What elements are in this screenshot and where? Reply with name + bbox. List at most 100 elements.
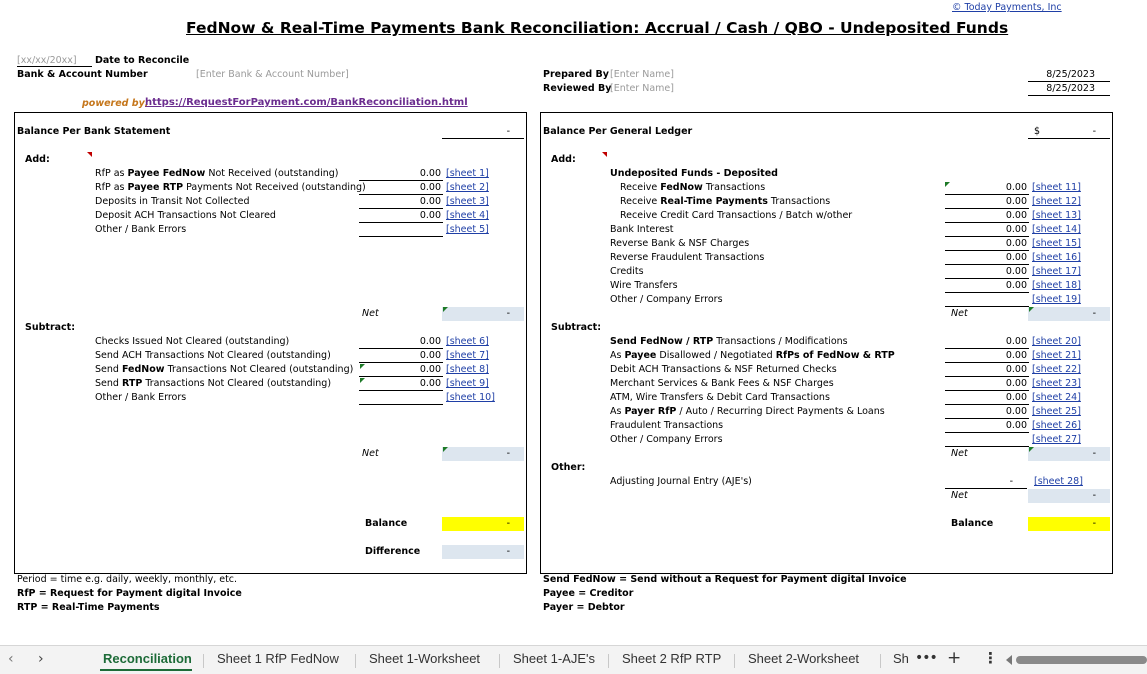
difference-value: - [506, 546, 510, 557]
row-value[interactable]: 0.00 [359, 196, 441, 207]
row-label: Other / Company Errors [610, 434, 723, 445]
row-value[interactable]: 0.00 [945, 336, 1027, 347]
vertical-dots-icon[interactable]: ⋮ [983, 649, 998, 667]
sheet-link[interactable]: [sheet 15] [1032, 238, 1081, 249]
sheet-link[interactable]: [sheet 11] [1032, 182, 1081, 193]
row-value[interactable]: 0.00 [945, 252, 1027, 263]
sheet-link[interactable]: [sheet 18] [1032, 280, 1081, 291]
row-label: Send FedNow / RTP Transactions / Modific… [610, 336, 848, 347]
sheet-link[interactable]: [sheet 8] [446, 364, 489, 375]
sheet-link[interactable]: [sheet 17] [1032, 266, 1081, 277]
left-net1-value: - [506, 308, 510, 319]
cell-underline [945, 446, 1029, 447]
sheet-link[interactable]: [sheet 3] [446, 196, 489, 207]
row-label-part: / Auto / Recurring Direct Payments & Loa… [676, 406, 885, 417]
row-label-part: As [610, 350, 625, 361]
row-label-part: Other / Company Errors [610, 294, 723, 305]
sheet-link[interactable]: [sheet 6] [446, 336, 489, 347]
sheet-link[interactable]: [sheet 12] [1032, 196, 1081, 207]
row-value[interactable]: 0.00 [945, 378, 1027, 389]
row-value[interactable]: 0.00 [359, 168, 441, 179]
row-value[interactable]: 0.00 [359, 350, 441, 361]
row-label-part: Receive Credit Card Transactions / Batch… [620, 210, 853, 221]
row-value[interactable]: 0.00 [359, 210, 441, 221]
row-value[interactable]: 0.00 [945, 350, 1027, 361]
tab-sheet1-worksheet[interactable]: Sheet 1-Worksheet [369, 651, 480, 666]
bank-input[interactable]: [Enter Bank & Account Number] [196, 69, 349, 80]
ledger-balance-value[interactable]: - [1028, 126, 1096, 137]
row-value[interactable]: 0.00 [359, 378, 441, 389]
row-value[interactable]: 0.00 [945, 210, 1027, 221]
row-label-part: Reverse Bank & NSF Charges [610, 238, 750, 249]
sheet-link[interactable]: [sheet 5] [446, 224, 489, 235]
sheet-link[interactable]: [sheet 4] [446, 210, 489, 221]
left-net1-label: Net [362, 308, 379, 319]
row-value[interactable]: 0.00 [945, 364, 1027, 375]
cell-underline [945, 348, 1029, 349]
tab-sheet1-rfp-fednow[interactable]: Sheet 1 RfP FedNow [217, 651, 339, 666]
aje-sheet-link[interactable]: [sheet 28] [1034, 476, 1083, 487]
sheet-link[interactable]: [sheet 27] [1032, 434, 1081, 445]
aje-value[interactable]: - [945, 476, 1013, 487]
row-label-part: Other / Bank Errors [95, 224, 187, 235]
company-link[interactable]: © Today Payments, Inc [952, 2, 1062, 13]
bank-balance-value[interactable]: - [442, 126, 510, 137]
horizontal-scrollbar[interactable] [1016, 656, 1147, 664]
sheet-link[interactable]: [sheet 23] [1032, 378, 1081, 389]
row-value[interactable]: 0.00 [945, 280, 1027, 291]
tab-truncated[interactable]: Sh [893, 651, 909, 666]
cell-note-indicator [360, 378, 365, 383]
reviewed-input[interactable]: [Enter Name] [610, 83, 674, 94]
sheet-link[interactable]: [sheet 14] [1032, 224, 1081, 235]
powered-by-label: powered by: [82, 98, 149, 109]
sheet-link[interactable]: [sheet 25] [1032, 406, 1081, 417]
reviewed-date[interactable]: 8/25/2023 [1028, 83, 1095, 94]
tab-sheet1-ajes[interactable]: Sheet 1-AJE's [513, 651, 595, 666]
row-value[interactable]: 0.00 [945, 224, 1027, 235]
row-value[interactable]: 0.00 [945, 266, 1027, 277]
row-label: RfP as Payee FedNow Not Received (outsta… [95, 168, 338, 179]
sheet-link[interactable]: [sheet 26] [1032, 420, 1081, 431]
row-value[interactable]: 0.00 [945, 196, 1027, 207]
row-value[interactable]: 0.00 [945, 392, 1027, 403]
scroll-left-icon[interactable] [1006, 655, 1012, 665]
row-label: RfP as Payee RTP Payments Not Received (… [95, 182, 366, 193]
row-label-part: Transactions Not Cleared (outstanding) [142, 378, 332, 389]
sheet-link[interactable]: [sheet 9] [446, 378, 489, 389]
chevron-left-icon[interactable]: ‹ [8, 651, 14, 667]
sheet-link[interactable]: [sheet 19] [1032, 294, 1081, 305]
row-value[interactable]: 0.00 [945, 406, 1027, 417]
chevron-right-icon[interactable]: › [38, 651, 44, 667]
prepared-date[interactable]: 8/25/2023 [1028, 69, 1095, 80]
row-label-part: Disallowed / Negotiated [656, 350, 776, 361]
row-value[interactable]: 0.00 [359, 336, 441, 347]
plus-icon[interactable]: + [947, 648, 961, 668]
row-label: Receive Credit Card Transactions / Batch… [620, 210, 852, 221]
sheet-link[interactable]: [sheet 21] [1032, 350, 1081, 361]
right-balance-value: - [1092, 518, 1096, 529]
footnote-payer: Payer = Debtor [543, 602, 625, 613]
row-value[interactable]: 0.00 [359, 364, 441, 375]
sheet-link[interactable]: [sheet 20] [1032, 336, 1081, 347]
sheet-link[interactable]: [sheet 10] [446, 392, 495, 403]
tab-sheet2-rfp-rtp[interactable]: Sheet 2 RfP RTP [622, 651, 721, 666]
row-value[interactable]: 0.00 [359, 182, 441, 193]
row-value[interactable]: 0.00 [945, 420, 1027, 431]
tab-reconciliation[interactable]: Reconciliation [103, 651, 192, 666]
more-icon[interactable]: ••• [915, 650, 938, 666]
row-value[interactable]: 0.00 [945, 182, 1027, 193]
sheet-link[interactable]: [sheet 24] [1032, 392, 1081, 403]
tab-sheet2-worksheet[interactable]: Sheet 2-Worksheet [748, 651, 859, 666]
sheet-link[interactable]: [sheet 13] [1032, 210, 1081, 221]
sheet-link[interactable]: [sheet 22] [1032, 364, 1081, 375]
cell-underline [359, 194, 443, 195]
row-value[interactable]: 0.00 [945, 238, 1027, 249]
sheet-link[interactable]: [sheet 1] [446, 168, 489, 179]
powered-by-link[interactable]: https://RequestForPayment.com/BankReconc… [145, 97, 468, 108]
prepared-input[interactable]: [Enter Name] [610, 69, 674, 80]
sheet-link[interactable]: [sheet 7] [446, 350, 489, 361]
sheet-link[interactable]: [sheet 16] [1032, 252, 1081, 263]
date-input[interactable]: [xx/xx/20xx] [17, 55, 77, 66]
date-label: Date to Reconcile [95, 55, 190, 66]
sheet-link[interactable]: [sheet 2] [446, 182, 489, 193]
